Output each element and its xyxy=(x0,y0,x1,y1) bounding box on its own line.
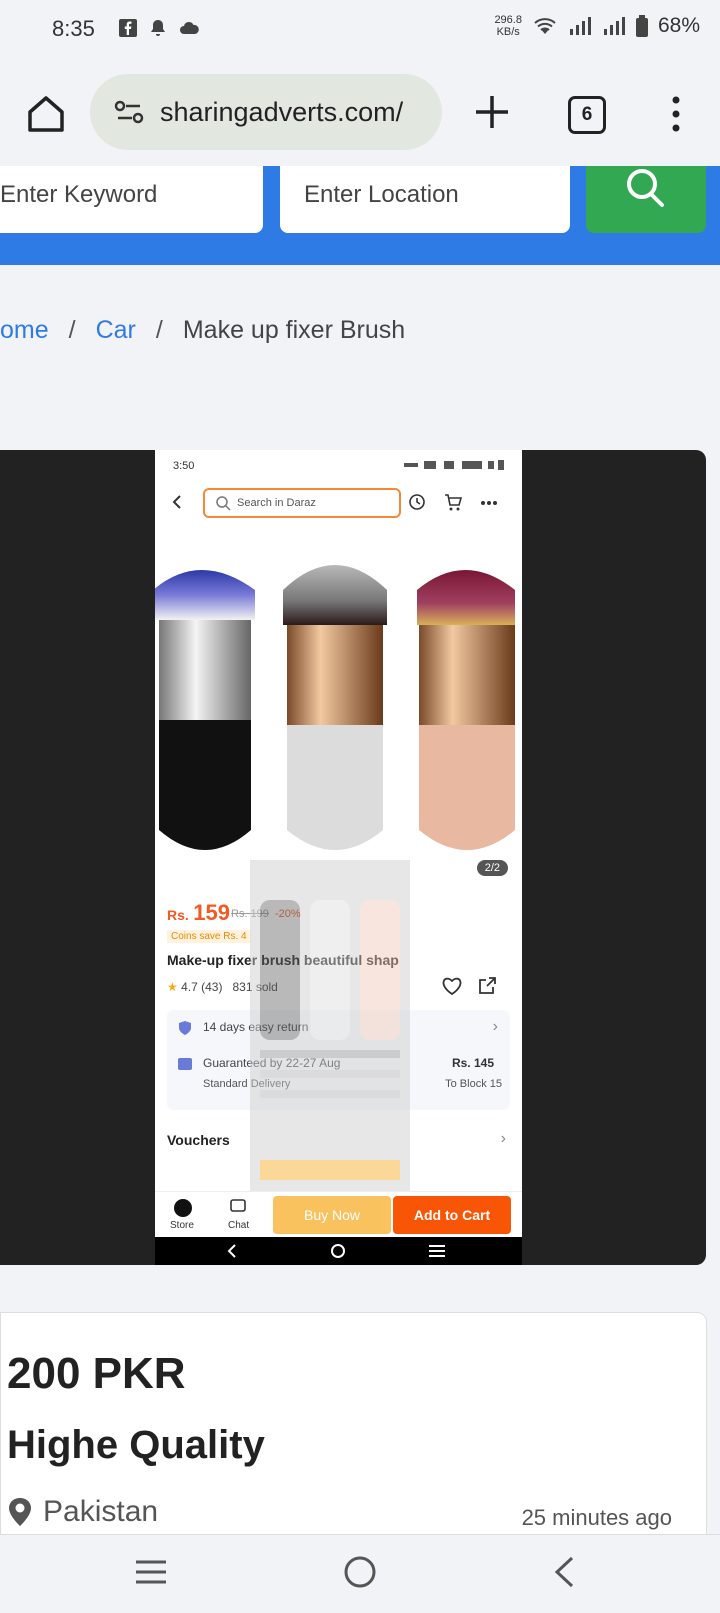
wishlist-icon xyxy=(442,977,462,996)
add-to-cart-button: Add to Cart xyxy=(393,1196,511,1234)
screenshot-status-bar: 3:50 xyxy=(155,450,522,480)
search-icon xyxy=(627,169,664,207)
location-placeholder: Enter Location xyxy=(304,181,459,208)
breadcrumb: ome / Car / Make up fixer Brush xyxy=(0,316,405,345)
home-icon[interactable] xyxy=(24,92,68,136)
chevron-right-icon: › xyxy=(492,1018,498,1035)
cart-icon xyxy=(445,494,463,511)
store-label: Store xyxy=(170,1220,194,1231)
price-value: 159 xyxy=(193,900,230,925)
screenshot-nav-bar xyxy=(155,1237,522,1265)
tab-switcher-button[interactable]: 6 xyxy=(568,96,606,134)
listing-posted-time: 25 minutes ago xyxy=(521,1505,672,1530)
bell-icon xyxy=(151,20,165,36)
status-right: 296.8 KB/s 68% xyxy=(494,14,700,38)
location-input[interactable]: Enter Location xyxy=(280,166,570,233)
site-settings-icon[interactable] xyxy=(112,95,146,129)
dots-icon xyxy=(481,501,497,505)
search-band: Enter Keyword Enter Location xyxy=(0,166,720,265)
chat-label: Chat xyxy=(228,1220,250,1231)
share-icon xyxy=(479,977,496,994)
history-icon xyxy=(409,494,425,510)
price-currency: Rs. xyxy=(167,907,189,923)
battery-percent: 68% xyxy=(657,14,700,37)
screenshot-bottom-bar: Store Chat Buy Now Add to Cart xyxy=(155,1191,522,1238)
screenshot-search-row: Search in Daraz xyxy=(155,480,522,530)
back-icon xyxy=(172,495,181,509)
screenshot-price: Rs. 159 xyxy=(167,900,230,926)
image-counter: 2/2 xyxy=(476,860,508,876)
delivery-price: Rs. 145 xyxy=(451,1056,494,1070)
system-nav-bar xyxy=(0,1534,720,1613)
new-tab-icon[interactable] xyxy=(472,92,512,132)
listing-title: Highe Quality xyxy=(7,1423,265,1467)
screenshot-search-icon xyxy=(216,496,231,511)
breadcrumb-separator: / xyxy=(155,316,163,344)
keyword-input[interactable]: Enter Keyword xyxy=(0,166,263,233)
breadcrumb-category[interactable]: Car xyxy=(96,316,136,344)
store-icon xyxy=(174,1199,192,1217)
shield-icon xyxy=(179,1021,191,1035)
product-photo xyxy=(155,530,522,886)
makeup-brushes-illustration xyxy=(155,565,515,850)
vouchers-label: Vouchers xyxy=(167,1132,230,1148)
buy-now-button: Buy Now xyxy=(273,1196,391,1234)
location-pin-icon xyxy=(9,1498,31,1526)
star-icon: ★ xyxy=(167,980,178,994)
chat-icon xyxy=(230,1199,246,1212)
back-nav-icon[interactable] xyxy=(552,1555,576,1589)
listing-image: 3:50 Search in Daraz 2/2 Rs. 159 Rs. 199… xyxy=(155,450,522,1265)
listing-location: Pakistan xyxy=(7,1495,158,1529)
recent-apps-icon[interactable] xyxy=(134,1557,168,1587)
wifi-icon xyxy=(534,18,556,34)
status-time: 8:35 xyxy=(52,16,95,41)
status-notification-icons xyxy=(118,18,200,38)
delivery-to: To Block 15 xyxy=(445,1078,502,1090)
coins-badge: Coins save Rs. 4 xyxy=(167,930,251,943)
search-button[interactable] xyxy=(586,166,706,233)
browser-toolbar: sharingadverts.com/ 6 xyxy=(0,62,720,166)
ghost-screenshot-overlay xyxy=(250,860,410,1200)
home-circle-icon[interactable] xyxy=(343,1555,377,1589)
truck-icon xyxy=(178,1058,192,1070)
listing-details-card: 200 PKR Highe Quality Pakistan 25 minute… xyxy=(0,1312,707,1554)
listing-location-text: Pakistan xyxy=(43,1495,159,1528)
cloud-icon xyxy=(180,21,199,34)
battery-icon xyxy=(635,15,648,37)
breadcrumb-home[interactable]: ome xyxy=(0,316,49,344)
screenshot-time: 3:50 xyxy=(173,460,195,472)
address-bar[interactable]: sharingadverts.com/ xyxy=(90,74,442,150)
network-speed: 296.8 KB/s xyxy=(494,14,522,38)
url-text: sharingadverts.com/ xyxy=(160,96,404,127)
breadcrumb-separator: / xyxy=(68,316,76,344)
net-speed-value: 296.8 xyxy=(494,14,522,26)
screenshot-search-placeholder: Search in Daraz xyxy=(237,497,316,509)
breadcrumb-current: Make up fixer Brush xyxy=(182,316,406,344)
screenshot-nav-icons xyxy=(227,1244,445,1258)
net-speed-unit: KB/s xyxy=(496,26,520,38)
status-bar: 8:35 296.8 KB/s 68% xyxy=(0,0,720,62)
more-options-icon[interactable] xyxy=(664,92,688,136)
screenshot-search: Search in Daraz xyxy=(203,488,401,518)
facebook-icon xyxy=(119,19,137,37)
signal-icon xyxy=(569,17,591,35)
screenshot-signal-icon xyxy=(404,460,504,470)
keyword-placeholder: Enter Keyword xyxy=(0,181,158,208)
chevron-right-icon: › xyxy=(500,1130,506,1147)
signal-icon-2 xyxy=(603,17,625,35)
listing-image-gallery[interactable]: 3:50 Search in Daraz 2/2 Rs. 159 Rs. 199… xyxy=(0,450,706,1265)
rating-value: 4.7 (43) xyxy=(181,980,223,994)
listing-price: 200 PKR xyxy=(7,1349,186,1398)
